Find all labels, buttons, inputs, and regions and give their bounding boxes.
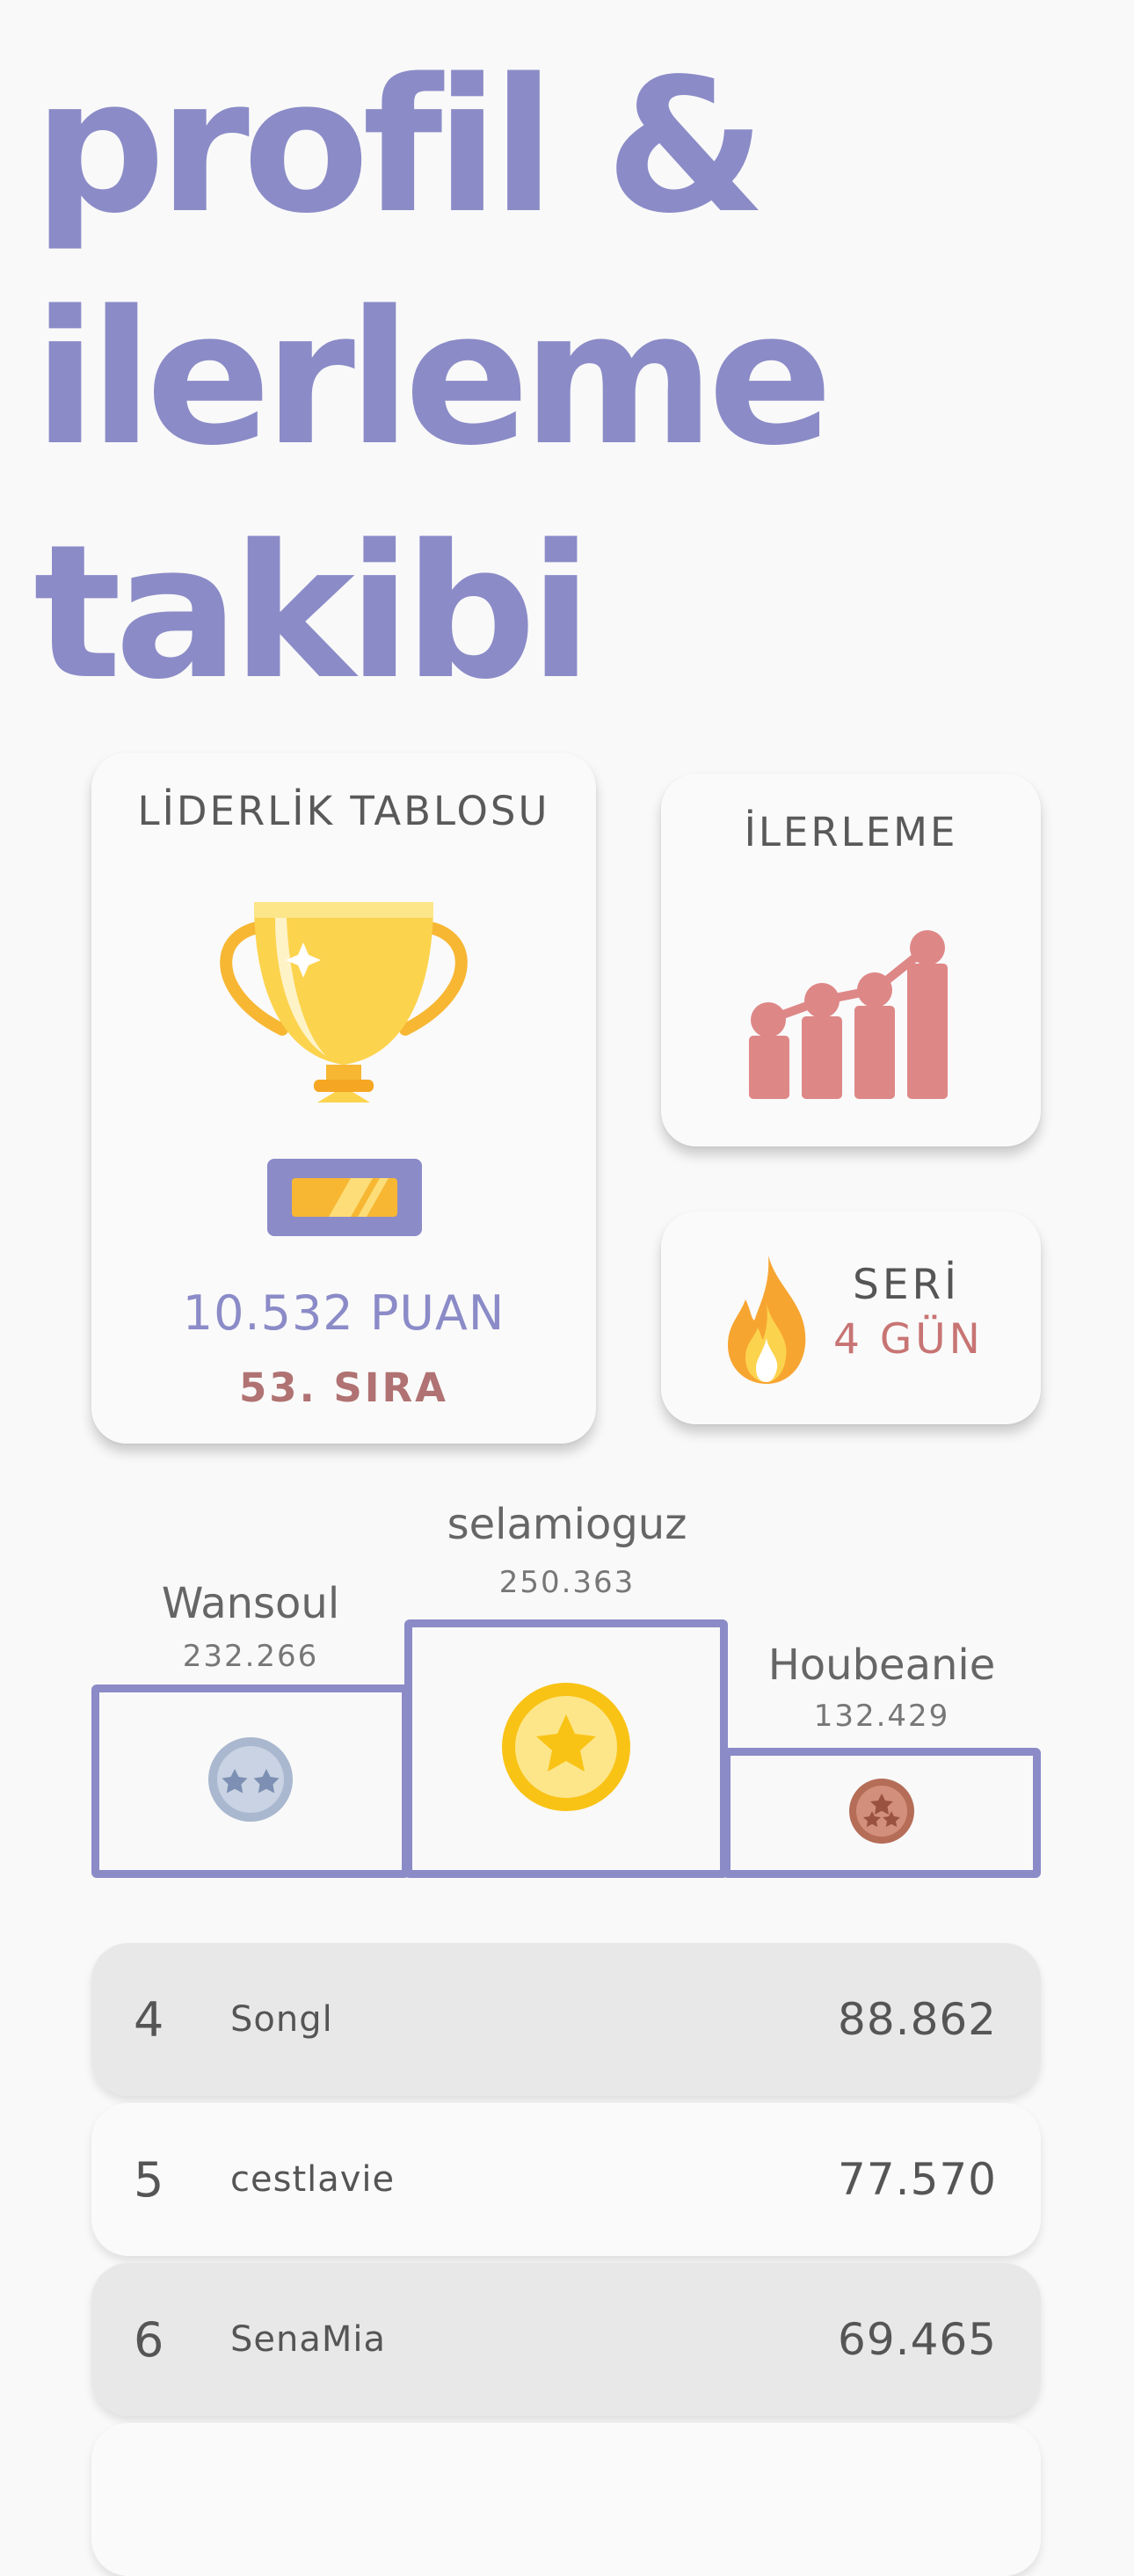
progress-card[interactable]: İLERLEME (661, 774, 1041, 1146)
podium-second-name: Wansoul (161, 1579, 340, 1628)
progress-card-title: İLERLEME (744, 809, 958, 855)
ranking-row-partial[interactable] (91, 2423, 1041, 2576)
streak-label: SERİ (853, 1261, 961, 1309)
ranking-position: 4 (134, 1992, 164, 2048)
podium-first-score: 250.363 (498, 1565, 636, 1600)
page-title-line-2: ilerleme (33, 271, 833, 486)
ranking-score: 77.570 (838, 2154, 997, 2205)
ranking-position: 5 (134, 2152, 164, 2208)
leaderboard-card[interactable]: LİDERLİK TABLOSU 10.532 PUAN 53. SIRA (91, 753, 596, 1444)
ranking-row[interactable]: 6 SenaMia 69.465 (91, 2263, 1041, 2416)
ranking-score: 88.862 (838, 1994, 997, 2045)
podium-third-name: Houbeanie (767, 1641, 996, 1690)
trophy-base (267, 1159, 422, 1236)
streak-value: 4 GÜN (833, 1315, 984, 1364)
ranking-username: SenaMia (230, 2319, 386, 2360)
silver-medal-icon (207, 1736, 294, 1827)
ranking-username: Songl (230, 1999, 333, 2040)
page-title-line-3: takibi (33, 505, 592, 720)
podium-second-place[interactable] (91, 1685, 410, 1878)
rank-position: 53. SIRA (238, 1364, 448, 1411)
flame-icon (724, 1254, 809, 1386)
page-title-line-1: profil & (33, 39, 767, 254)
points-total: 10.532 PUAN (182, 1285, 505, 1341)
podium-third-place[interactable] (723, 1748, 1041, 1878)
streak-card[interactable]: SERİ 4 GÜN (661, 1212, 1041, 1424)
ranking-username: cestlavie (230, 2159, 396, 2200)
podium-third-score: 132.429 (813, 1699, 950, 1734)
leaderboard-card-title: LİDERLİK TABLOSU (137, 788, 550, 834)
gold-medal-icon (500, 1681, 632, 1816)
ranking-row[interactable]: 4 Songl 88.862 (91, 1943, 1041, 2096)
ranking-score: 69.465 (838, 2314, 997, 2365)
trophy-icon (194, 876, 493, 1113)
ranking-position: 6 (134, 2312, 164, 2368)
bronze-medal-icon (848, 1778, 915, 1848)
podium-first-place[interactable] (404, 1619, 728, 1878)
ranking-row[interactable]: 5 cestlavie 77.570 (91, 2103, 1041, 2256)
growth-chart-icon (745, 913, 956, 1117)
podium-first-name: selamioguz (447, 1500, 687, 1549)
podium-second-score: 232.266 (182, 1639, 319, 1674)
